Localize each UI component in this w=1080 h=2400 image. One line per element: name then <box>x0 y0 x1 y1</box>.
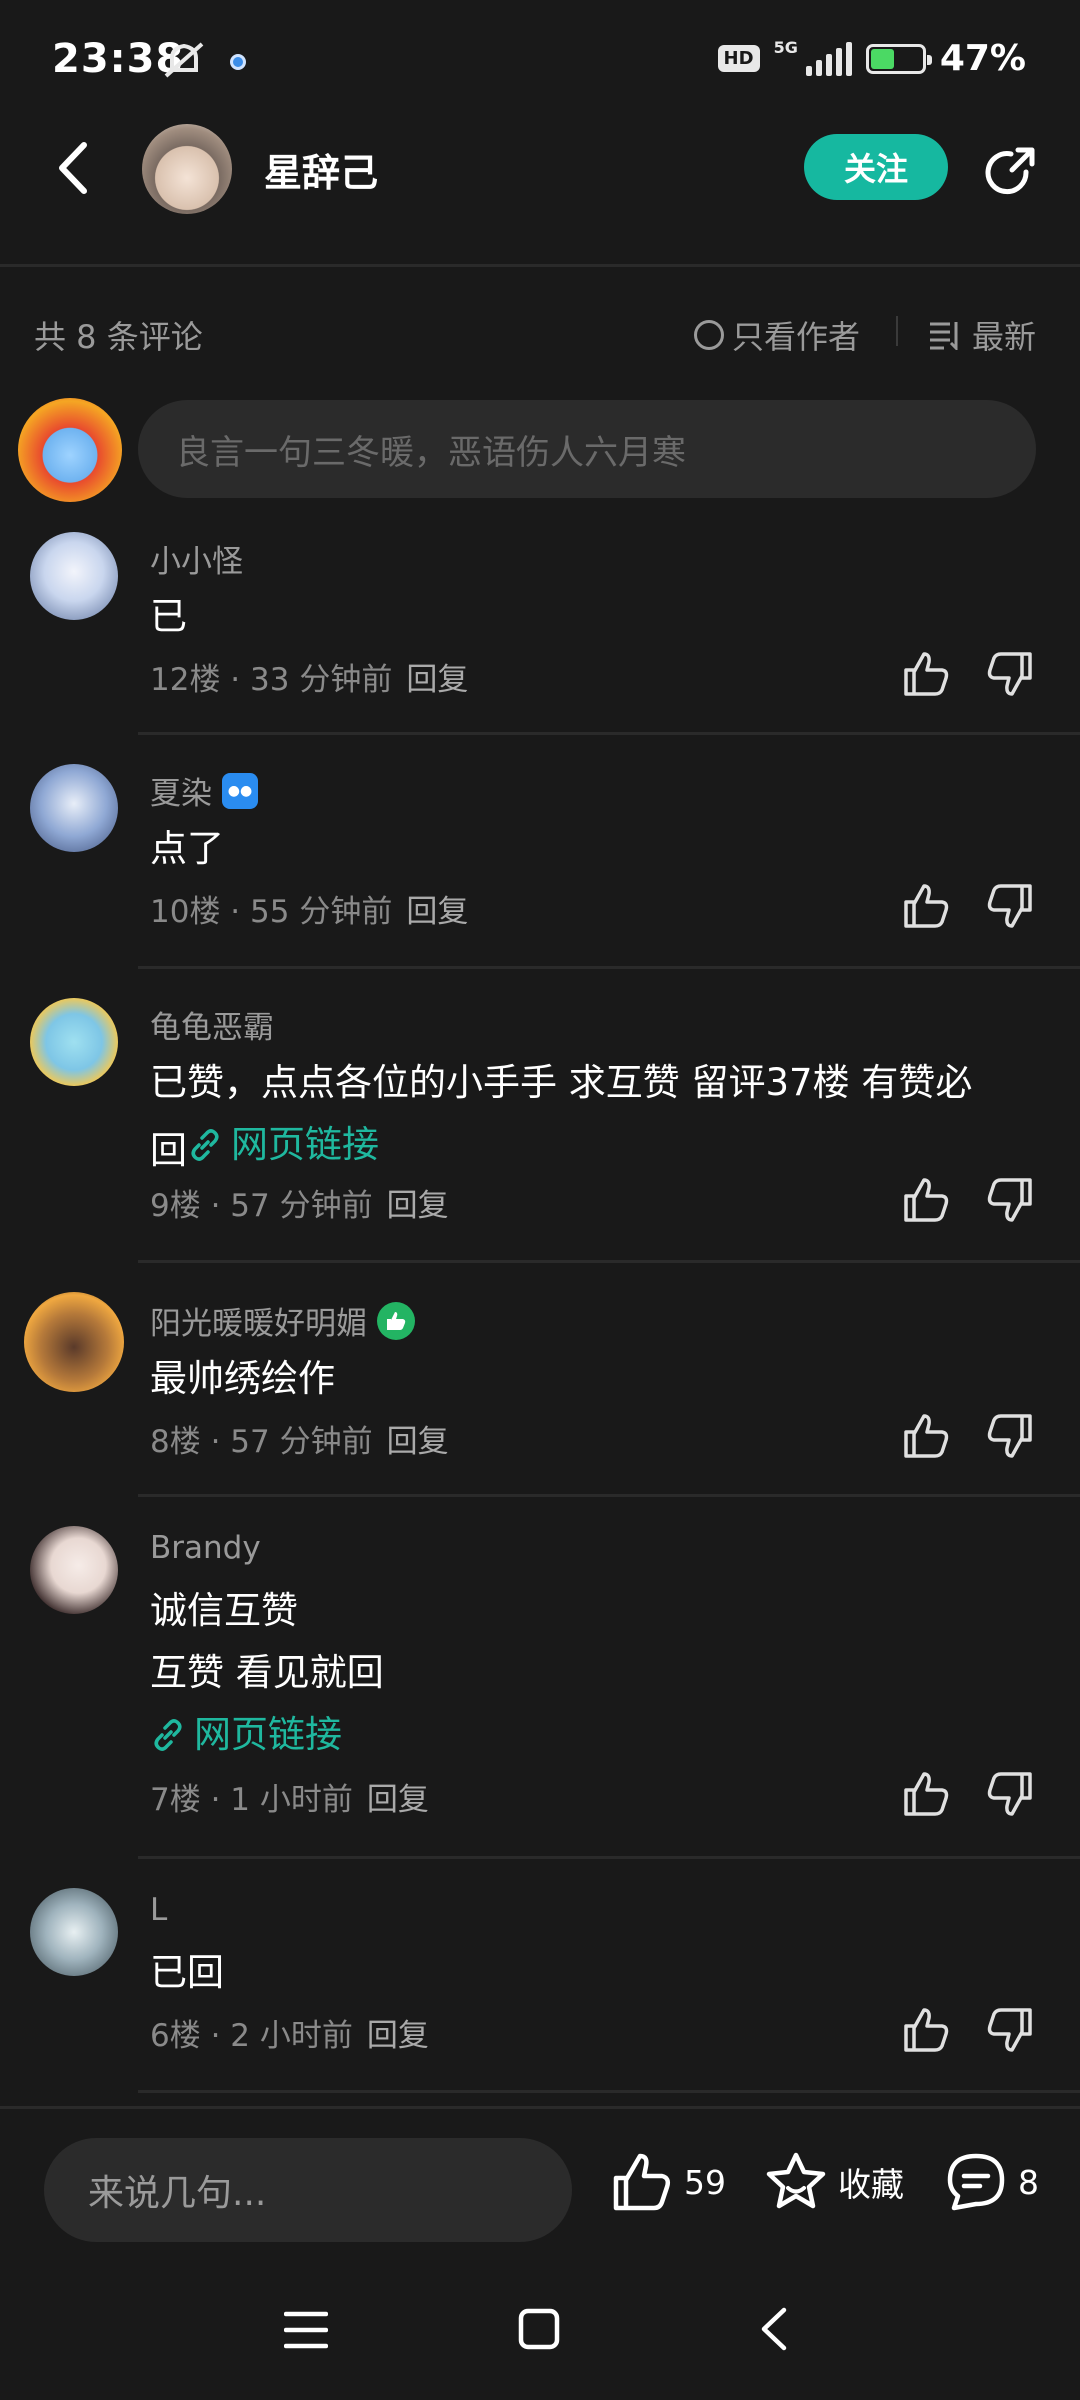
comment-count: 共 8 条评论 <box>34 318 203 356</box>
thumbs-up-badge-icon <box>377 1301 415 1340</box>
bottom-comment-input[interactable]: 来说几句... <box>44 2138 572 2242</box>
circle-icon <box>694 320 724 350</box>
web-link[interactable]: 网页链接 <box>187 1114 379 1176</box>
commenter-name[interactable]: Brandy <box>150 1530 261 1566</box>
home-icon[interactable] <box>518 2308 560 2350</box>
commenter-avatar[interactable] <box>30 1888 118 1976</box>
comment-divider <box>138 732 1080 735</box>
only-author-label: 只看作者 <box>732 318 861 356</box>
back-button[interactable] <box>44 136 100 200</box>
star-icon <box>766 2152 826 2209</box>
my-avatar <box>18 398 122 502</box>
commenter-name[interactable]: L <box>150 1892 167 1928</box>
web-link[interactable]: 网页链接 <box>150 1704 342 1766</box>
author-name[interactable]: 星辞己 <box>264 142 378 197</box>
commenter-avatar[interactable] <box>30 998 118 1086</box>
comment-divider <box>138 966 1080 969</box>
thumb-down-icon[interactable] <box>984 2004 1036 2056</box>
reply-button[interactable]: 回复 <box>367 2018 429 2054</box>
comment-text: 最帅绣绘作 <box>150 1357 335 1400</box>
sort-newest-button[interactable]: 最新 <box>928 312 1036 358</box>
favorite-button[interactable]: 收藏 <box>764 2150 904 2214</box>
header-divider <box>0 264 1080 267</box>
only-author-toggle[interactable]: 只看作者 <box>694 312 860 358</box>
reply-button[interactable]: 回复 <box>406 894 468 930</box>
comment-text: 已赞，点点各位的小手手 求互赞 留评37楼 有赞必 回 网页链接 <box>150 1052 1030 1182</box>
share-button[interactable] <box>978 142 1040 204</box>
comment-text: 诚信互赞 互赞 看见就回 网页链接 <box>150 1580 1030 1772</box>
nav-back-icon[interactable] <box>758 2306 790 2352</box>
thumb-up-icon[interactable] <box>900 1410 952 1462</box>
comment-text: 点了 <box>150 827 224 870</box>
comments-count: 8 <box>1018 2162 1039 2202</box>
commenter-name[interactable]: 阳光暖暖好明媚 <box>150 1298 415 1343</box>
commenter-name[interactable]: 龟龟恶霸 <box>150 1002 274 1047</box>
comment-input[interactable]: 良言一句三冬暖，恶语伤人六月寒 <box>138 400 1036 498</box>
comment-meta: 7楼 · 1 小时前 回复 <box>150 1782 429 1818</box>
thumb-up-icon[interactable] <box>900 2004 952 2056</box>
verified-badge-icon: ●● <box>222 772 258 809</box>
thumb-up-icon[interactable] <box>900 648 952 700</box>
comment-meta: 12楼 · 33 分钟前 回复 <box>150 662 469 698</box>
network-type: 5G <box>773 38 798 57</box>
reply-button[interactable]: 回复 <box>406 662 468 698</box>
bottom-bar-divider <box>0 2106 1080 2109</box>
commenter-avatar[interactable] <box>30 764 118 852</box>
comment-text: 已 <box>150 595 187 638</box>
reply-button[interactable]: 回复 <box>387 1424 449 1460</box>
commenter-name[interactable]: 小小怪 <box>150 536 243 581</box>
commenter-name[interactable]: 夏染 ●● <box>150 768 258 813</box>
comment-meta: 6楼 · 2 小时前 回复 <box>150 2018 429 2054</box>
favorite-label: 收藏 <box>838 2165 904 2204</box>
commenter-avatar[interactable] <box>30 532 118 620</box>
thumb-down-icon[interactable] <box>984 880 1036 932</box>
thumb-down-icon[interactable] <box>984 1410 1036 1462</box>
thumb-down-icon[interactable] <box>984 1174 1036 1226</box>
comment-meta: 8楼 · 57 分钟前 回复 <box>150 1424 449 1460</box>
comment-meta: 10楼 · 55 分钟前 回复 <box>150 894 469 930</box>
sort-label: 最新 <box>972 318 1037 356</box>
link-icon <box>154 1719 182 1751</box>
comment-divider <box>138 1856 1080 1859</box>
comment-divider <box>138 1260 1080 1263</box>
thumb-up-icon[interactable] <box>900 1768 952 1820</box>
comment-text: 已回 <box>150 1951 224 1994</box>
author-avatar[interactable] <box>142 124 232 214</box>
hd-badge: HD <box>717 45 760 72</box>
thumb-up-icon[interactable] <box>900 1174 952 1226</box>
battery-fill <box>870 48 895 69</box>
comment-meta: 9楼 · 57 分钟前 回复 <box>150 1188 449 1224</box>
reply-button[interactable]: 回复 <box>367 1782 429 1818</box>
follow-button[interactable]: 关注 <box>804 134 948 200</box>
sort-icon <box>930 322 958 350</box>
reply-button[interactable]: 回复 <box>387 1188 449 1224</box>
commenter-avatar[interactable] <box>24 1292 124 1392</box>
toolbar-separator <box>896 316 898 346</box>
back-arrow-icon <box>59 142 87 194</box>
comment-divider <box>138 1494 1080 1497</box>
thumb-down-icon[interactable] <box>984 648 1036 700</box>
like-button[interactable]: 59 <box>610 2150 726 2214</box>
signal-icon <box>805 41 852 76</box>
status-icons: HD 5G 47% <box>717 38 1026 79</box>
mute-icon <box>162 40 208 80</box>
thumb-up-icon[interactable] <box>900 880 952 932</box>
thumb-down-icon[interactable] <box>984 1768 1036 1820</box>
commenter-avatar[interactable] <box>30 1526 118 1614</box>
menu-icon[interactable] <box>284 2310 328 2350</box>
comments-button[interactable]: 8 <box>944 2150 1039 2214</box>
comment-icon <box>947 2153 1005 2211</box>
battery-icon <box>865 43 932 74</box>
comment-divider <box>138 2090 1080 2093</box>
link-icon <box>191 1129 219 1161</box>
battery-percent: 47% <box>939 38 1026 79</box>
notification-dot-icon <box>230 54 246 70</box>
thumb-up-icon <box>613 2153 671 2211</box>
share-icon <box>985 147 1035 195</box>
like-count: 59 <box>684 2162 726 2202</box>
